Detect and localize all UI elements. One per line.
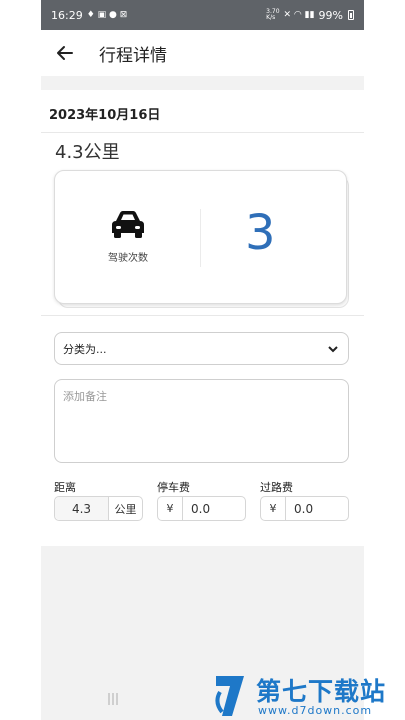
- app-screen: 16:29 ♦ ▣ ● ⊠ 3.70 K/s ✕ ◠ ▮▮ 99% 行程详情 2…: [41, 0, 364, 720]
- notes-textarea[interactable]: 添加备注: [54, 379, 349, 463]
- category-select[interactable]: 分类为...: [54, 332, 349, 365]
- app-bar: 行程详情: [41, 30, 364, 76]
- trips-count-label: 驾驶次数: [108, 253, 148, 264]
- parking-fee-label: 停车费: [157, 481, 190, 494]
- toll-fee-value: 0.0: [294, 501, 314, 516]
- header-divider-band: [41, 76, 364, 90]
- divider: [41, 315, 364, 316]
- distance-value: 4.3: [55, 497, 109, 520]
- category-select-value: 分类为...: [63, 342, 107, 356]
- divider: [41, 132, 364, 133]
- watermark-logo-icon: [215, 676, 244, 716]
- car-icon: [112, 211, 144, 238]
- notification-icons: ♦ ▣ ● ⊠: [86, 10, 128, 20]
- parking-fee-field[interactable]: ¥ 0.0: [157, 496, 246, 521]
- trip-date: 2023年10月16日: [49, 108, 161, 123]
- watermark-url: www.d7down.com: [258, 704, 373, 717]
- parking-currency-symbol: ¥: [158, 497, 183, 520]
- watermark: 第七下载站 www.d7down.com: [212, 672, 402, 720]
- distance-unit: 公里: [114, 502, 137, 516]
- trips-count-value: 3: [245, 205, 276, 261]
- page-title: 行程详情: [99, 45, 167, 66]
- parking-fee-value: 0.0: [191, 501, 211, 516]
- watermark-title: 第七下载站: [256, 677, 387, 706]
- battery-level: 99%: [318, 8, 343, 22]
- distance-label: 距离: [54, 481, 76, 494]
- trip-summary-card[interactable]: 驾驶次数 3: [54, 170, 347, 304]
- battery-icon: [348, 10, 354, 20]
- toll-fee-label: 过路费: [260, 481, 293, 494]
- signal-icons: ✕ ◠ ▮▮: [283, 10, 315, 20]
- chevron-down-icon: [328, 345, 338, 352]
- status-time: 16:29: [51, 8, 83, 22]
- network-speed: 3.70 K/s: [266, 8, 280, 21]
- status-bar: 16:29 ♦ ▣ ● ⊠ 3.70 K/s ✕ ◠ ▮▮ 99%: [41, 0, 364, 30]
- back-arrow-icon[interactable]: [55, 43, 75, 63]
- toll-currency-symbol: ¥: [261, 497, 286, 520]
- distance-field[interactable]: 4.3 公里: [54, 496, 143, 521]
- notes-placeholder: 添加备注: [63, 390, 107, 403]
- trip-distance-title: 4.3公里: [55, 142, 120, 163]
- toll-fee-field[interactable]: ¥ 0.0: [260, 496, 349, 521]
- card-divider: [200, 209, 201, 267]
- recent-apps-icon[interactable]: [106, 692, 120, 706]
